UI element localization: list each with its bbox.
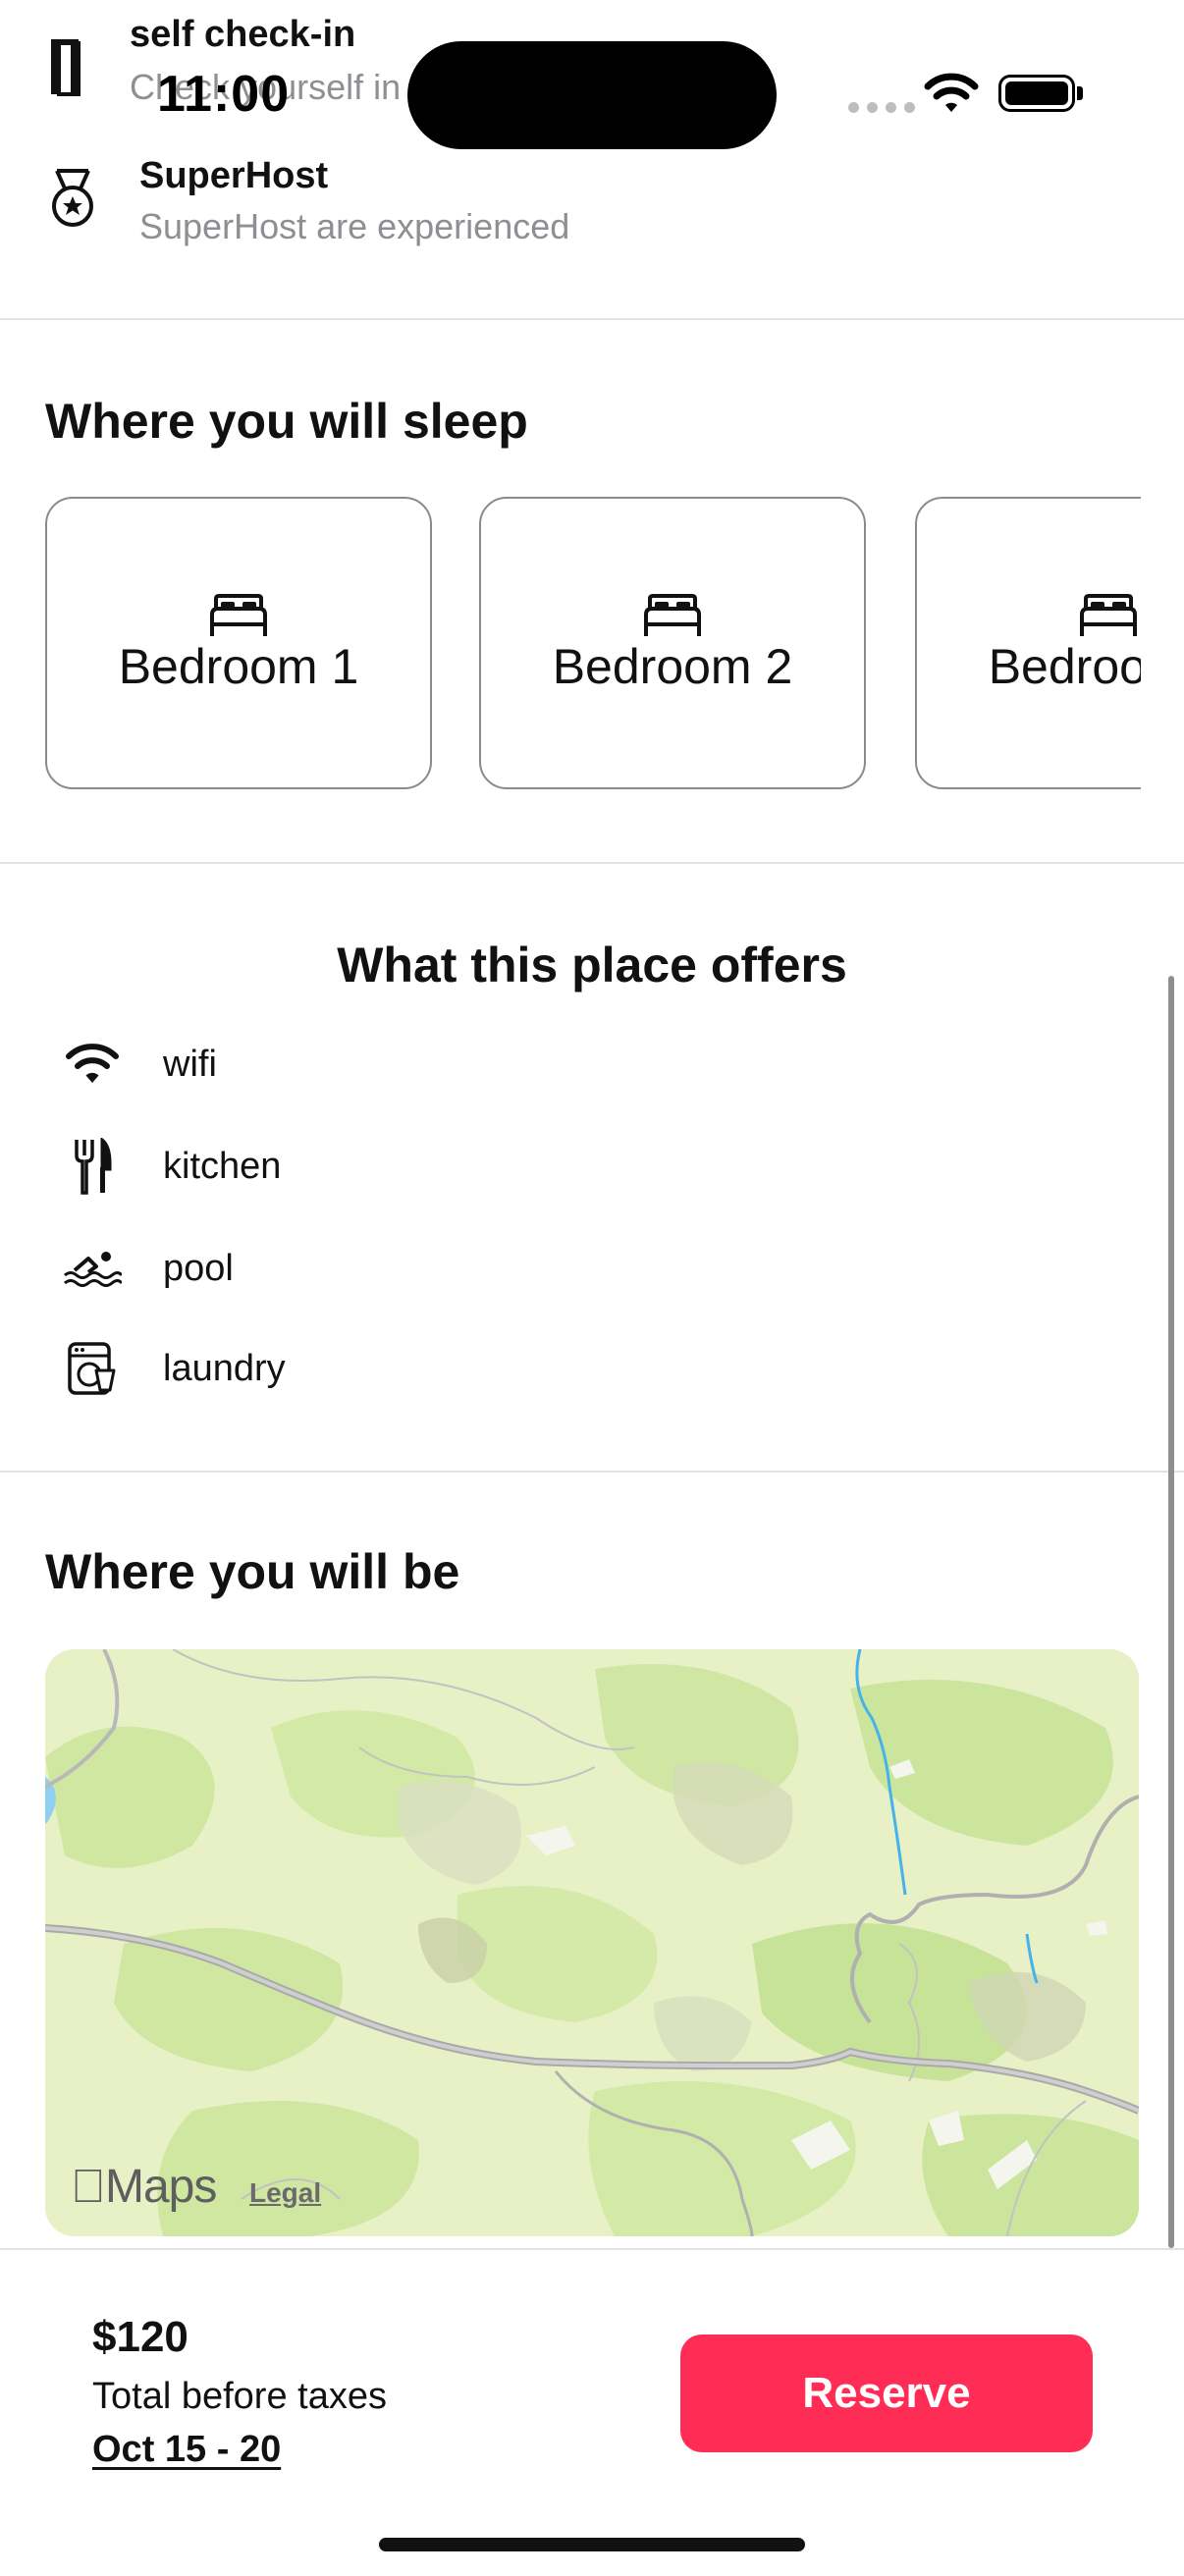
bedroom-card[interactable]: Bedroom 3: [915, 497, 1141, 789]
location-section-title: Where you will be: [45, 1544, 460, 1599]
fork-knife-icon: [61, 1135, 124, 1198]
bed-icon: [210, 594, 267, 636]
maps-brand-label: Maps: [71, 2161, 217, 2213]
door-icon: [51, 39, 81, 96]
highlight-subtitle: SuperHost are experienced: [139, 206, 570, 246]
reserve-button[interactable]: Reserve: [680, 2334, 1093, 2452]
cellular-signal-icon: [848, 102, 915, 113]
wifi-icon: [61, 1033, 124, 1096]
amenity-label: pool: [163, 1247, 234, 1289]
amenity-label: laundry: [163, 1347, 286, 1389]
date-range-link[interactable]: Oct 15 - 20: [92, 2429, 281, 2471]
battery-tip: [1077, 86, 1083, 100]
highlight-title: SuperHost: [139, 155, 329, 196]
map-terrain: [45, 1649, 1139, 2236]
amenity-label: kitchen: [163, 1145, 282, 1187]
section-divider: [0, 1471, 1184, 1473]
sleep-section-title: Where you will sleep: [45, 394, 528, 449]
status-time: 11:00: [157, 66, 291, 123]
bedroom-label: Bedroom 1: [118, 639, 359, 694]
battery-icon: [998, 75, 1075, 112]
bed-icon: [644, 594, 701, 636]
price-value: $120: [92, 2313, 188, 2361]
location-map[interactable]: [45, 1649, 1139, 2236]
section-divider: [0, 318, 1184, 320]
highlight-superhost: SuperHost SuperHost are experienced: [45, 147, 1125, 255]
amenity-laundry: laundry: [61, 1329, 650, 1408]
map-legal-link[interactable]: Legal: [249, 2177, 321, 2209]
section-divider: [0, 862, 1184, 864]
amenity-kitchen: kitchen: [61, 1127, 650, 1206]
offers-section-title: What this place offers: [337, 938, 847, 993]
amenity-wifi: wifi: [61, 1025, 650, 1103]
washer-icon: [61, 1337, 124, 1400]
bedroom-label: Bedroom 2: [552, 639, 793, 694]
scrollbar[interactable]: [1168, 976, 1174, 2248]
amenity-label: wifi: [163, 1043, 217, 1085]
dynamic-island: [407, 41, 777, 149]
price-note: Total before taxes: [92, 2376, 387, 2417]
bed-icon: [1080, 594, 1137, 636]
apple-icon: : [71, 2161, 106, 2213]
apple-maps-logo: Maps: [71, 2160, 217, 2214]
bedroom-label: Bedroom 3: [988, 639, 1141, 694]
bedroom-card[interactable]: Bedroom 2: [479, 497, 866, 789]
wifi-status-icon: [924, 73, 979, 112]
swimmer-icon: [61, 1237, 124, 1300]
bedroom-card-clip: Bedroom 3: [915, 497, 1141, 791]
bedroom-card[interactable]: Bedroom 1: [45, 497, 432, 789]
medal-icon: [52, 169, 93, 227]
highlight-title: self check-in: [130, 14, 356, 55]
amenity-pool: pool: [61, 1229, 650, 1308]
home-indicator[interactable]: [379, 2538, 805, 2551]
